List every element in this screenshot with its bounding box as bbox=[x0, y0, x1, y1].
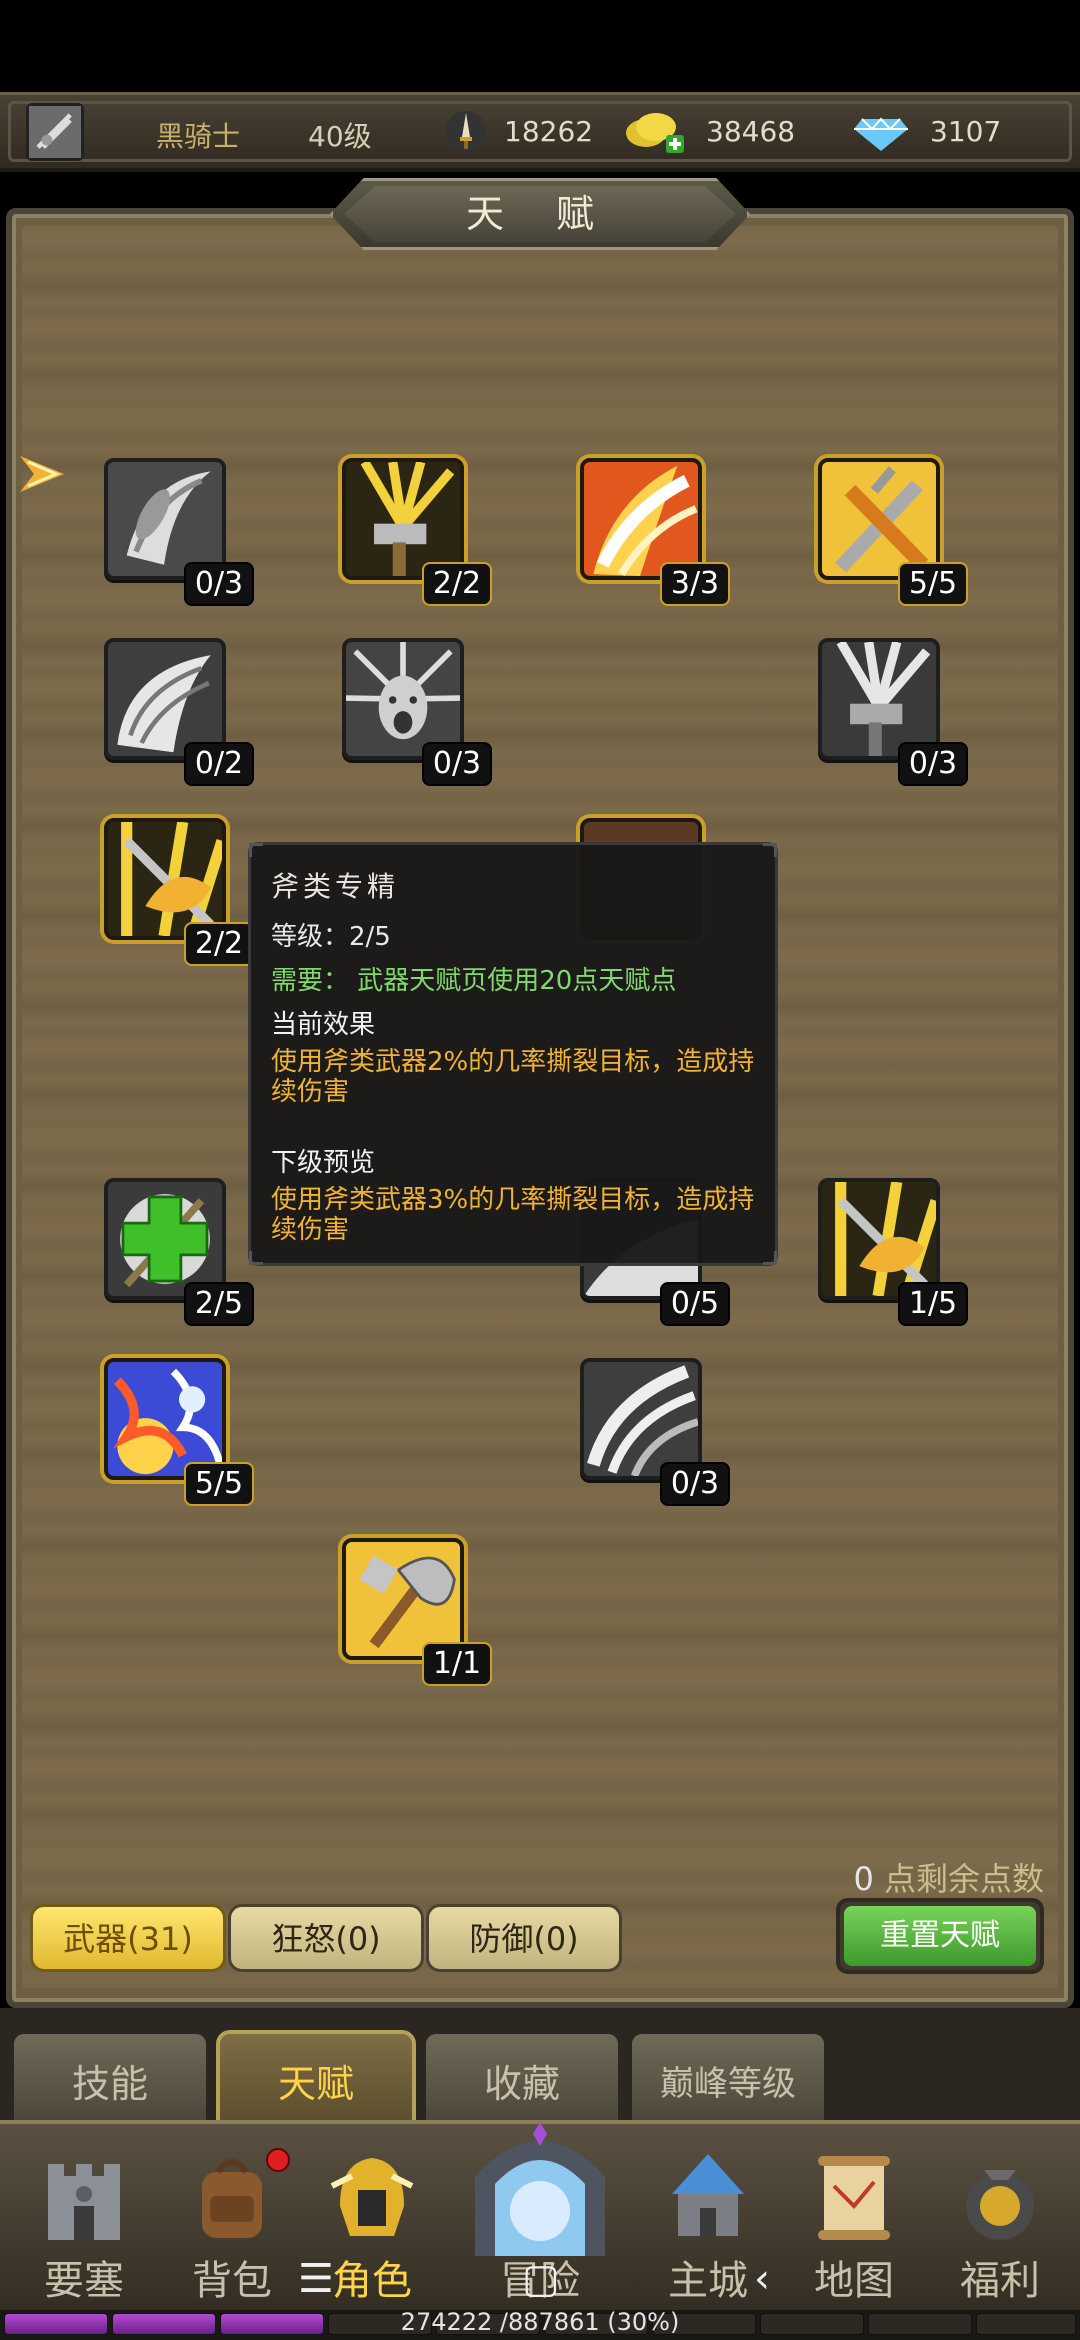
row-indicator-arrow-icon bbox=[20, 456, 64, 492]
nav-main-city-label: 主城 bbox=[668, 2258, 748, 2304]
fire-slash-icon bbox=[584, 462, 698, 576]
remaining-points-label: 点剩余点数 bbox=[873, 1860, 1044, 1898]
map-scroll-icon bbox=[818, 2156, 890, 2240]
talent-count: 3/3 bbox=[660, 562, 730, 606]
nav-map-label: 地图 bbox=[814, 2258, 894, 2304]
tab-peak-level[interactable]: 巅峰等级 bbox=[628, 2030, 828, 2130]
remaining-points-value: 0 bbox=[853, 1860, 874, 1898]
page-weapon-button[interactable]: 武器(31) bbox=[30, 1904, 226, 1972]
portal-icon bbox=[475, 2122, 605, 2256]
tab-talents[interactable]: 天赋 bbox=[216, 2030, 416, 2130]
character-avatar[interactable] bbox=[26, 103, 84, 161]
talent-count: 0/5 bbox=[660, 1282, 730, 1326]
city-icon bbox=[672, 2154, 744, 2236]
diamond-icon[interactable] bbox=[852, 107, 910, 155]
tab-skills[interactable]: 技能 bbox=[10, 2030, 210, 2130]
panel-title: 天 赋 bbox=[344, 186, 736, 242]
talent-battle-axe[interactable]: 1/1 bbox=[342, 1538, 492, 1686]
hammer-gray-icon bbox=[822, 642, 936, 756]
back-system-button[interactable]: ‹ bbox=[754, 2256, 770, 2302]
nav-fortress-label: 要塞 bbox=[44, 2258, 124, 2304]
talent-heal-cross[interactable]: 2/5 bbox=[104, 1178, 254, 1326]
swirl-blade-icon bbox=[108, 462, 222, 576]
talent-count: 5/5 bbox=[898, 562, 968, 606]
status-bar bbox=[0, 0, 1080, 92]
xp-text: 274222 /887861 (30%) bbox=[400, 2308, 680, 2336]
talent-count: 0/3 bbox=[184, 562, 254, 606]
talent-count: 2/5 bbox=[184, 1282, 254, 1326]
money-bag-icon bbox=[966, 2170, 1034, 2240]
nav-welfare[interactable]: 福利 bbox=[940, 2146, 1060, 2304]
nav-backpack[interactable]: 背包 bbox=[172, 2146, 292, 2304]
talent-count: 2/2 bbox=[184, 922, 254, 966]
talent-count: 0/3 bbox=[898, 742, 968, 786]
triple-slash-icon bbox=[584, 1362, 698, 1476]
nav-fortress[interactable]: 要塞 bbox=[24, 2146, 144, 2304]
hammer-burst-icon bbox=[346, 462, 460, 576]
tooltip-next-effect: 使用斧类武器3%的几率撕裂目标，造成持续伤害 bbox=[271, 1185, 755, 1245]
fortress-icon bbox=[48, 2164, 120, 2240]
axe-yellow-icon bbox=[822, 1182, 936, 1296]
wing-slash-icon bbox=[108, 642, 222, 756]
elemental-storm-icon bbox=[108, 1362, 222, 1476]
tooltip-next-heading: 下级预览 bbox=[271, 1148, 376, 1178]
page-defense-button[interactable]: 防御(0) bbox=[426, 1904, 622, 1972]
nav-welfare-label: 福利 bbox=[960, 2258, 1040, 2304]
home-system-button[interactable]: ▢ bbox=[522, 2256, 560, 2302]
roar-face-icon bbox=[346, 642, 460, 756]
nav-backpack-label: 背包 bbox=[192, 2258, 272, 2304]
reset-talents-button[interactable]: 重置天赋 bbox=[836, 1898, 1044, 1974]
talent-count: 2/2 bbox=[422, 562, 492, 606]
power-value: 18262 bbox=[504, 115, 594, 148]
reset-talents-label: 重置天赋 bbox=[844, 1906, 1036, 1966]
tooltip-title: 斧类专精 bbox=[271, 870, 400, 903]
resource-bar: 黑骑士 40级 18262 38468 3107 bbox=[0, 92, 1080, 172]
tooltip-requirement: 需要： 武器天赋页使用20点天赋点 bbox=[271, 966, 677, 996]
nav-map[interactable]: 地图 bbox=[794, 2146, 914, 2304]
talent-crossed-swords[interactable]: 5/5 bbox=[818, 458, 968, 606]
nav-main-city[interactable]: 主城 bbox=[648, 2146, 768, 2304]
talent-fire-slash[interactable]: 3/3 bbox=[580, 458, 730, 606]
character-level: 40级 bbox=[308, 120, 372, 153]
talent-axe-specialist[interactable]: 2/2 bbox=[104, 818, 254, 966]
character-name: 黑骑士 bbox=[156, 120, 241, 153]
page-rage-button[interactable]: 狂怒(0) bbox=[228, 1904, 424, 1972]
menu-system-button[interactable]: ☰ bbox=[298, 2256, 334, 2302]
tooltip-level: 等级：2/5 bbox=[271, 922, 391, 952]
talent-axe-yellow[interactable]: 1/5 bbox=[818, 1178, 968, 1326]
helmet-icon bbox=[330, 2158, 414, 2236]
talent-count: 5/5 bbox=[184, 1462, 254, 1506]
talent-count: 0/3 bbox=[660, 1462, 730, 1506]
talent-count: 1/5 bbox=[898, 1282, 968, 1326]
tab-collection[interactable]: 收藏 bbox=[422, 2030, 622, 2130]
gold-value: 38468 bbox=[706, 115, 796, 148]
gold-coins-icon[interactable] bbox=[622, 107, 688, 155]
tooltip-current-heading: 当前效果 bbox=[271, 1010, 376, 1040]
remaining-points: 0 点剩余点数 bbox=[853, 1854, 1044, 1900]
talent-hammer-burst[interactable]: 2/2 bbox=[342, 458, 492, 606]
battle-axe-icon bbox=[346, 1542, 460, 1656]
talent-elemental-storm[interactable]: 5/5 bbox=[104, 1358, 254, 1506]
talent-wing-slash[interactable]: 0/2 bbox=[104, 638, 254, 786]
tooltip-current-effect: 使用斧类武器2%的几率撕裂目标，造成持续伤害 bbox=[271, 1047, 755, 1107]
talent-roar-face[interactable]: 0/3 bbox=[342, 638, 492, 786]
talent-swirl-blade[interactable]: 0/3 bbox=[104, 458, 254, 606]
backpack-notification-badge bbox=[266, 2148, 290, 2172]
talent-count: 0/3 bbox=[422, 742, 492, 786]
crossed-swords-icon bbox=[822, 462, 936, 576]
talent-hammer-gray[interactable]: 0/3 bbox=[818, 638, 968, 786]
talent-count: 1/1 bbox=[422, 1642, 492, 1686]
sword-power-icon bbox=[446, 111, 486, 151]
talent-count: 0/2 bbox=[184, 742, 254, 786]
talent-tooltip: 斧类专精 等级：2/5 需要： 武器天赋页使用20点天赋点 当前效果 使用斧类武… bbox=[248, 842, 778, 1266]
heal-cross-icon bbox=[108, 1182, 222, 1296]
diamond-value: 3107 bbox=[930, 115, 1002, 148]
axe-specialist-icon bbox=[108, 822, 222, 936]
talent-triple-slash[interactable]: 0/3 bbox=[580, 1358, 730, 1506]
